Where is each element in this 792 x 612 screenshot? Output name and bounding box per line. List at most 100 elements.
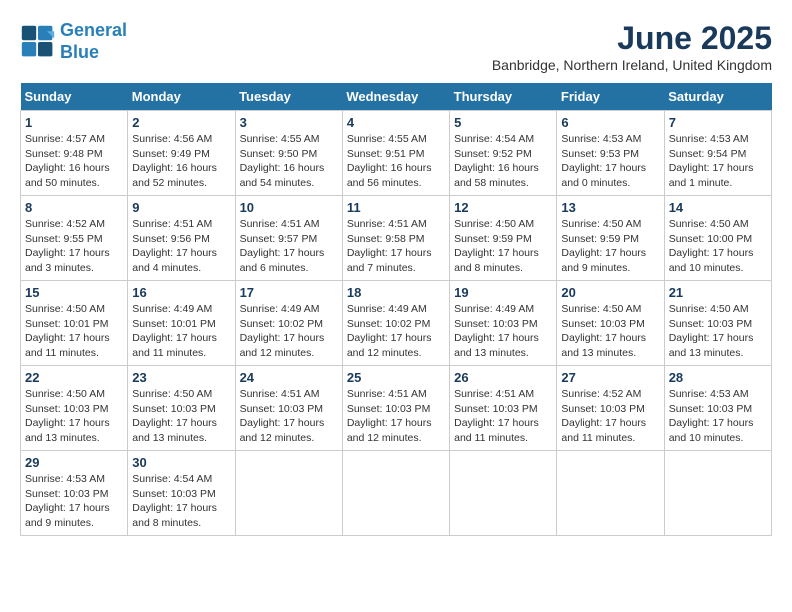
day-cell-21: 21Sunrise: 4:50 AMSunset: 10:03 PMDaylig… — [664, 281, 771, 366]
day-info: Sunrise: 4:57 AMSunset: 9:48 PMDaylight:… — [25, 132, 123, 191]
day-number: 9 — [132, 200, 230, 215]
day-number: 8 — [25, 200, 123, 215]
calendar-header-row: SundayMondayTuesdayWednesdayThursdayFrid… — [21, 83, 772, 111]
calendar-table: SundayMondayTuesdayWednesdayThursdayFrid… — [20, 83, 772, 536]
title-block: June 2025 Banbridge, Northern Ireland, U… — [492, 20, 772, 73]
day-cell-17: 17 Sunrise: 4:49 AMSunset: 10:02 PMDaylig… — [235, 281, 342, 366]
day-info: Sunrise: 4:53 AMSunset: 10:03 PMDaylight… — [669, 387, 767, 446]
day-cell-28: 28 Sunrise: 4:53 AMSunset: 10:03 PMDaylig… — [664, 366, 771, 451]
day-info: Sunrise: 4:49 AMSunset: 10:02 PMDaylight… — [240, 302, 338, 361]
day-number: 25 — [347, 370, 445, 385]
col-header-monday: Monday — [128, 83, 235, 111]
day-number: 18 — [347, 285, 445, 300]
day-info: Sunrise: 4:53 AMSunset: 9:54 PMDaylight:… — [669, 132, 767, 191]
day-cell-30: 30Sunrise: 4:54 AMSunset: 10:03 PMDaylig… — [128, 451, 235, 536]
day-number: 3 — [240, 115, 338, 130]
day-number: 13 — [561, 200, 659, 215]
empty-cell — [450, 451, 557, 536]
day-info: Sunrise: 4:50 AMSunset: 9:59 PMDaylight:… — [454, 217, 552, 276]
col-header-sunday: Sunday — [21, 83, 128, 111]
day-info: Sunrise: 4:52 AMSunset: 9:55 PMDaylight:… — [25, 217, 123, 276]
day-info: Sunrise: 4:50 AMSunset: 10:01 PMDaylight… — [25, 302, 123, 361]
day-cell-4: 4 Sunrise: 4:55 AMSunset: 9:51 PMDaylight… — [342, 111, 449, 196]
empty-cell — [235, 451, 342, 536]
day-cell-24: 24 Sunrise: 4:51 AMSunset: 10:03 PMDaylig… — [235, 366, 342, 451]
day-number: 23 — [132, 370, 230, 385]
day-cell-12: 12Sunrise: 4:50 AMSunset: 9:59 PMDayligh… — [450, 196, 557, 281]
day-cell-6: 6 Sunrise: 4:53 AMSunset: 9:53 PMDaylight… — [557, 111, 664, 196]
header: General Blue June 2025 Banbridge, Northe… — [20, 20, 772, 73]
day-info: Sunrise: 4:49 AMSunset: 10:01 PMDaylight… — [132, 302, 230, 361]
day-cell-3: 3 Sunrise: 4:55 AMSunset: 9:50 PMDaylight… — [235, 111, 342, 196]
day-info: Sunrise: 4:55 AMSunset: 9:51 PMDaylight:… — [347, 132, 445, 191]
day-info: Sunrise: 4:50 AMSunset: 10:03 PMDaylight… — [25, 387, 123, 446]
day-number: 6 — [561, 115, 659, 130]
day-info: Sunrise: 4:53 AMSunset: 9:53 PMDaylight:… — [561, 132, 659, 191]
day-info: Sunrise: 4:52 AMSunset: 10:03 PMDaylight… — [561, 387, 659, 446]
empty-cell — [342, 451, 449, 536]
day-cell-13: 13 Sunrise: 4:50 AMSunset: 9:59 PMDayligh… — [557, 196, 664, 281]
day-number: 24 — [240, 370, 338, 385]
col-header-friday: Friday — [557, 83, 664, 111]
day-number: 2 — [132, 115, 230, 130]
page-title: June 2025 — [492, 20, 772, 57]
day-number: 27 — [561, 370, 659, 385]
col-header-wednesday: Wednesday — [342, 83, 449, 111]
day-cell-11: 11Sunrise: 4:51 AMSunset: 9:58 PMDayligh… — [342, 196, 449, 281]
col-header-thursday: Thursday — [450, 83, 557, 111]
day-cell-23: 23 Sunrise: 4:50 AMSunset: 10:03 PMDaylig… — [128, 366, 235, 451]
col-header-saturday: Saturday — [664, 83, 771, 111]
day-cell-20: 20Sunrise: 4:50 AMSunset: 10:03 PMDaylig… — [557, 281, 664, 366]
day-number: 7 — [669, 115, 767, 130]
week-row-1: 1Sunrise: 4:57 AMSunset: 9:48 PMDaylight… — [21, 111, 772, 196]
day-number: 17 — [240, 285, 338, 300]
day-cell-9: 9 Sunrise: 4:51 AMSunset: 9:56 PMDaylight… — [128, 196, 235, 281]
day-number: 14 — [669, 200, 767, 215]
day-number: 5 — [454, 115, 552, 130]
day-info: Sunrise: 4:53 AMSunset: 10:03 PMDaylight… — [25, 472, 123, 531]
day-info: Sunrise: 4:55 AMSunset: 9:50 PMDaylight:… — [240, 132, 338, 191]
day-number: 28 — [669, 370, 767, 385]
logo-text: General Blue — [60, 20, 127, 63]
day-cell-25: 25 Sunrise: 4:51 AMSunset: 10:03 PMDaylig… — [342, 366, 449, 451]
day-info: Sunrise: 4:51 AMSunset: 10:03 PMDaylight… — [454, 387, 552, 446]
day-number: 19 — [454, 285, 552, 300]
col-header-tuesday: Tuesday — [235, 83, 342, 111]
day-info: Sunrise: 4:50 AMSunset: 9:59 PMDaylight:… — [561, 217, 659, 276]
logo-line2: Blue — [60, 42, 99, 62]
day-info: Sunrise: 4:51 AMSunset: 9:56 PMDaylight:… — [132, 217, 230, 276]
day-cell-1: 1Sunrise: 4:57 AMSunset: 9:48 PMDaylight… — [21, 111, 128, 196]
day-number: 20 — [561, 285, 659, 300]
page-subtitle: Banbridge, Northern Ireland, United King… — [492, 57, 772, 73]
day-number: 15 — [25, 285, 123, 300]
day-info: Sunrise: 4:51 AMSunset: 10:03 PMDaylight… — [347, 387, 445, 446]
day-number: 16 — [132, 285, 230, 300]
week-row-4: 22 Sunrise: 4:50 AMSunset: 10:03 PMDaylig… — [21, 366, 772, 451]
day-info: Sunrise: 4:56 AMSunset: 9:49 PMDaylight:… — [132, 132, 230, 191]
day-cell-5: 5Sunrise: 4:54 AMSunset: 9:52 PMDaylight… — [450, 111, 557, 196]
day-info: Sunrise: 4:50 AMSunset: 10:03 PMDaylight… — [669, 302, 767, 361]
week-row-2: 8 Sunrise: 4:52 AMSunset: 9:55 PMDaylight… — [21, 196, 772, 281]
day-number: 30 — [132, 455, 230, 470]
day-info: Sunrise: 4:51 AMSunset: 10:03 PMDaylight… — [240, 387, 338, 446]
day-cell-15: 15 Sunrise: 4:50 AMSunset: 10:01 PMDaylig… — [21, 281, 128, 366]
day-cell-7: 7 Sunrise: 4:53 AMSunset: 9:54 PMDaylight… — [664, 111, 771, 196]
logo-line1: General — [60, 20, 127, 40]
week-row-3: 15 Sunrise: 4:50 AMSunset: 10:01 PMDaylig… — [21, 281, 772, 366]
day-cell-2: 2 Sunrise: 4:56 AMSunset: 9:49 PMDaylight… — [128, 111, 235, 196]
day-number: 26 — [454, 370, 552, 385]
day-number: 29 — [25, 455, 123, 470]
empty-cell — [557, 451, 664, 536]
day-number: 22 — [25, 370, 123, 385]
day-cell-10: 10Sunrise: 4:51 AMSunset: 9:57 PMDayligh… — [235, 196, 342, 281]
day-cell-27: 27 Sunrise: 4:52 AMSunset: 10:03 PMDaylig… — [557, 366, 664, 451]
day-number: 4 — [347, 115, 445, 130]
day-info: Sunrise: 4:49 AMSunset: 10:02 PMDaylight… — [347, 302, 445, 361]
day-info: Sunrise: 4:50 AMSunset: 10:03 PMDaylight… — [132, 387, 230, 446]
day-number: 11 — [347, 200, 445, 215]
day-info: Sunrise: 4:50 AMSunset: 10:00 PMDaylight… — [669, 217, 767, 276]
empty-cell — [664, 451, 771, 536]
day-info: Sunrise: 4:49 AMSunset: 10:03 PMDaylight… — [454, 302, 552, 361]
day-cell-14: 14 Sunrise: 4:50 AMSunset: 10:00 PMDaylig… — [664, 196, 771, 281]
day-info: Sunrise: 4:51 AMSunset: 9:57 PMDaylight:… — [240, 217, 338, 276]
